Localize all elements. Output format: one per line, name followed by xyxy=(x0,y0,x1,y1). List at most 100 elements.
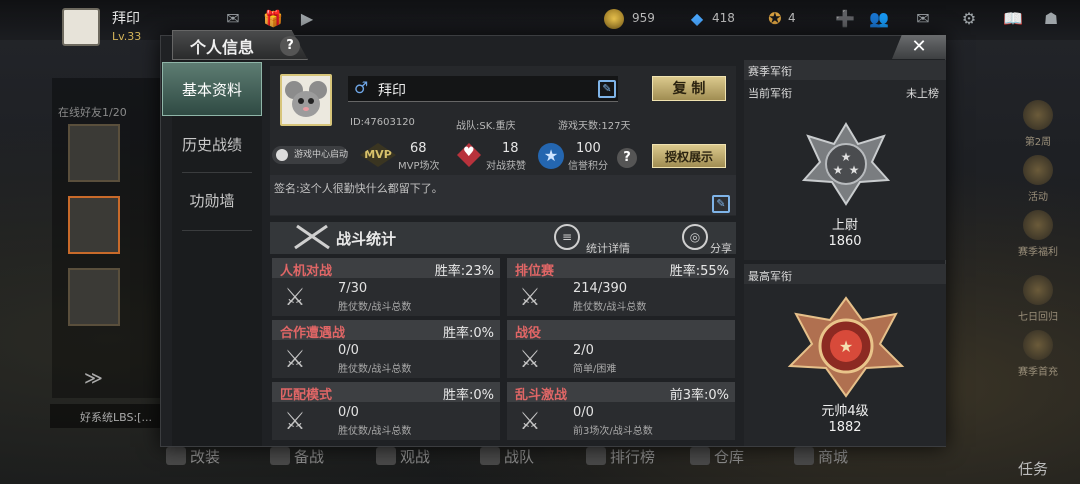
modal-title: 个人信息 xyxy=(190,38,255,57)
mode-card-ranked[interactable]: 排位赛 胜率:55% ⚔ 214/390 胜仗数/战斗总数 xyxy=(507,258,735,316)
friend-avatar[interactable] xyxy=(68,196,120,254)
share-link[interactable]: 分享 xyxy=(710,240,732,256)
mode-name: 合作遭遇战 xyxy=(280,326,346,341)
crossed-swords-icon: ⚔ xyxy=(519,283,541,311)
season-rank-title: 赛季军衔 xyxy=(748,65,792,78)
mode-card-brawl[interactable]: 乱斗激战 前3率:0% ⚔ 0/0 前3场次/战斗总数 xyxy=(507,382,735,440)
nav-leaderboard[interactable]: 排行榜 xyxy=(586,446,655,467)
event-activity-item[interactable]: 活动 xyxy=(1010,155,1066,203)
likes-count: 18 xyxy=(502,141,519,156)
captain-rank-badge-icon: ★ ★ ★ xyxy=(801,122,891,206)
male-icon: ♂ xyxy=(354,78,369,97)
mode-sub: 胜仗数/战斗总数 xyxy=(573,302,647,313)
copy-button[interactable]: 复 制 xyxy=(652,76,726,101)
current-rank-score: 1860 xyxy=(828,234,862,249)
mode-rate: 胜率:0% xyxy=(442,326,494,341)
help-button[interactable]: ? xyxy=(280,36,300,56)
mode-name: 匹配模式 xyxy=(280,388,333,403)
tab-merit-wall[interactable]: 功勋墙 xyxy=(162,174,262,228)
mode-name: 人机对战 xyxy=(280,264,333,279)
credit-score: 100 xyxy=(576,141,601,156)
mode-value: 214/390 xyxy=(573,281,628,296)
mode-value: 7/30 xyxy=(338,281,368,296)
player-team: 战队:SK.重庆 xyxy=(456,121,516,132)
season-first-charge-item[interactable]: 赛季首充 xyxy=(1010,330,1066,378)
mode-card-coop[interactable]: 合作遭遇战 胜率:0% ⚔ 0/0 胜仗数/战斗总数 xyxy=(272,320,500,378)
nav-warehouse[interactable]: 仓库 xyxy=(690,446,744,467)
welfare-icon xyxy=(1023,210,1053,240)
game-center-icon xyxy=(276,149,288,161)
mode-sub: 前3场次/战斗总数 xyxy=(573,426,653,437)
event-week-item[interactable]: 第2周 xyxy=(1010,100,1066,148)
stats-detail-link[interactable]: 统计详情 xyxy=(586,240,630,256)
mouse-avatar-icon xyxy=(282,76,330,124)
nav-spectate[interactable]: 观战 xyxy=(376,446,430,467)
signature-text: 签名:这个人很勤快什么都留下了。 xyxy=(274,182,443,195)
ticket-amount: 4 xyxy=(788,11,796,25)
svg-text:★: ★ xyxy=(839,337,853,356)
mail-icon[interactable]: ✉ xyxy=(912,8,934,30)
character-icon[interactable]: ☗ xyxy=(1040,8,1062,30)
crossed-swords-icon: ⚔ xyxy=(284,283,306,311)
crossed-swords-icon: ⚔ xyxy=(284,345,306,373)
nav-modify[interactable]: 改装 xyxy=(166,446,220,467)
top-avatar[interactable] xyxy=(62,8,100,46)
stats-detail-icon[interactable]: ≡ xyxy=(554,224,580,250)
mode-card-pve[interactable]: 人机对战 胜率:23% ⚔ 7/30 胜仗数/战斗总数 xyxy=(272,258,500,316)
gift-icon[interactable]: 🎁 xyxy=(262,8,284,30)
profile-avatar[interactable] xyxy=(280,74,332,126)
video-icon[interactable]: ▶ xyxy=(296,8,318,30)
not-ranked-label: 未上榜 xyxy=(906,87,939,100)
add-icon[interactable]: ➕ xyxy=(834,8,856,30)
mode-sub: 胜仗数/战斗总数 xyxy=(338,364,412,375)
tab-history[interactable]: 历史战绩 xyxy=(162,118,262,172)
seven-day-return-item[interactable]: 七日回归 xyxy=(1010,275,1066,323)
bottom-nav: 改装 备战 观战 战队 排行榜 仓库 商城 xyxy=(160,446,920,474)
expand-arrow-icon[interactable]: ≫ xyxy=(84,368,103,389)
share-icon[interactable]: ◎ xyxy=(682,224,708,250)
edit-name-icon[interactable]: ✎ xyxy=(598,80,616,98)
nav-prepare[interactable]: 备战 xyxy=(270,446,324,467)
crossed-swords-icon: ⚔ xyxy=(284,407,306,435)
mvp-label: MVP场次 xyxy=(398,161,440,172)
mode-rate: 前3率:0% xyxy=(669,388,729,403)
nav-team[interactable]: 战队 xyxy=(480,446,534,467)
friend-avatar[interactable] xyxy=(68,124,120,182)
diamond-icon: ◆ xyxy=(690,9,704,28)
highest-rank-score: 1882 xyxy=(828,420,862,435)
book-icon[interactable]: 📖 xyxy=(1002,8,1024,30)
activity-icon xyxy=(1023,155,1053,185)
mode-rate: 胜率:55% xyxy=(669,264,729,279)
mode-name: 排位赛 xyxy=(515,264,555,279)
mode-value: 0/0 xyxy=(338,405,359,420)
highest-rank-title: 最高军衔 xyxy=(748,270,792,283)
authorize-display-button[interactable]: 授权展示 xyxy=(652,144,726,168)
mode-card-campaign[interactable]: 战役 ⚔ 2/0 简单/困难 xyxy=(507,320,735,378)
highest-rank-name: 元帅4级 xyxy=(821,404,869,419)
mode-card-match[interactable]: 匹配模式 胜率:0% ⚔ 0/0 胜仗数/战斗总数 xyxy=(272,382,500,440)
svg-text:★: ★ xyxy=(841,150,852,164)
wrench-icon xyxy=(166,447,186,465)
diamond-amount: 418 xyxy=(712,11,735,25)
friend-avatar[interactable] xyxy=(68,268,120,326)
nav-store[interactable]: 商城 xyxy=(794,446,848,467)
current-rank-name: 上尉 xyxy=(831,218,858,233)
season-welfare-item[interactable]: 赛季福利 xyxy=(1010,210,1066,258)
mode-sub: 胜仗数/战斗总数 xyxy=(338,302,412,313)
mvp-count: 68 xyxy=(410,141,427,156)
warehouse-icon xyxy=(690,447,710,465)
task-button[interactable]: 任务 xyxy=(1018,458,1048,479)
credit-help-button[interactable]: ? xyxy=(617,148,637,168)
ticket-icon: ✪ xyxy=(768,9,782,28)
friends-icon[interactable]: 👥 xyxy=(868,8,890,30)
player-id: ID:47603120 xyxy=(350,117,415,128)
mail-event-icon[interactable]: ✉ xyxy=(222,8,244,30)
chat-bar[interactable]: 好系统LBS:[... xyxy=(50,404,175,428)
profile-name: 拜印 xyxy=(378,83,406,99)
tab-basic-info[interactable]: 基本资料 xyxy=(162,62,262,116)
play-days: 游戏天数:127天 xyxy=(558,121,631,132)
friends-online-count: 在线好友1/20 xyxy=(58,106,127,119)
settings-gear-icon[interactable]: ⚙ xyxy=(958,8,980,30)
edit-signature-icon[interactable]: ✎ xyxy=(712,195,730,213)
mode-rate: 胜率:0% xyxy=(442,388,494,403)
